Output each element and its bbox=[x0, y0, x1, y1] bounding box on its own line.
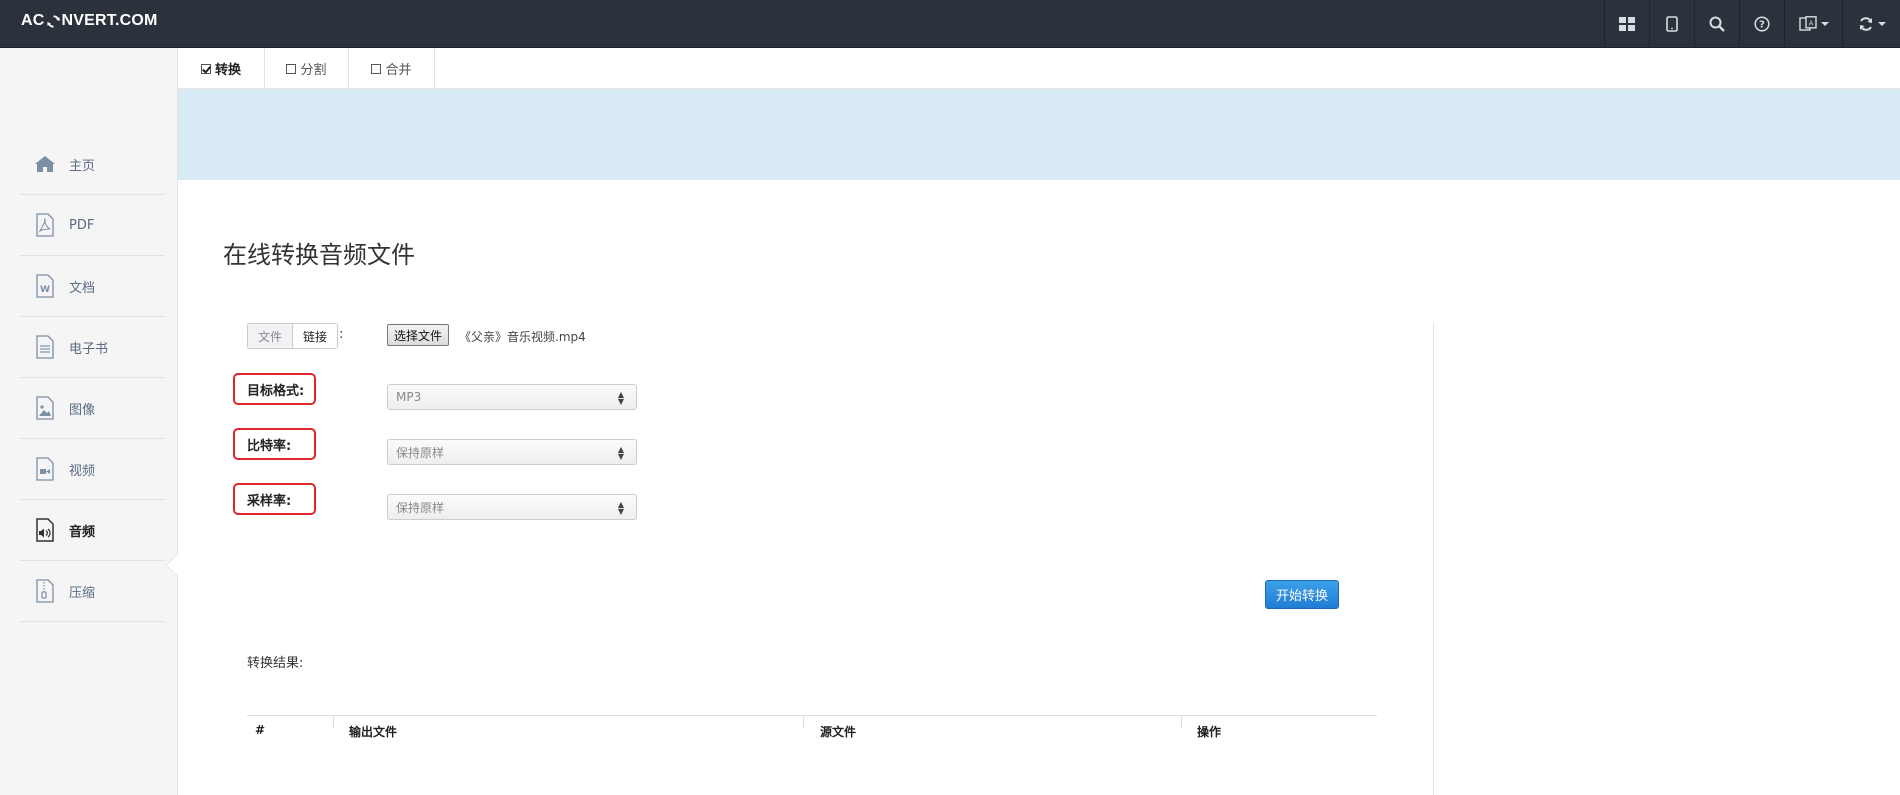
audio-file-icon bbox=[33, 518, 57, 542]
sample-rate-label: 采样率: bbox=[233, 483, 316, 515]
sidebar-item-label: 压缩 bbox=[69, 585, 96, 601]
svg-text:?: ? bbox=[1759, 20, 1765, 31]
tablet-button[interactable] bbox=[1649, 0, 1694, 48]
logo-prefix: AC bbox=[21, 12, 45, 29]
selected-file-name: 《父亲》音乐视频.mp4 bbox=[459, 330, 586, 344]
search-button[interactable] bbox=[1694, 0, 1739, 48]
tab-label: 分割 bbox=[300, 63, 327, 78]
ad-banner bbox=[178, 89, 1900, 180]
sidebar-item-label: PDF bbox=[69, 217, 95, 233]
svg-text:A: A bbox=[1808, 20, 1813, 28]
refresh-icon bbox=[1859, 17, 1872, 31]
result-label: 转换结果: bbox=[247, 656, 304, 671]
bitrate-select[interactable]: 保持原样 ▲ ▼ bbox=[387, 439, 637, 465]
chevron-down-icon bbox=[1877, 22, 1886, 26]
table-header-source: 源文件 bbox=[820, 725, 857, 739]
pdf-file-icon bbox=[33, 213, 57, 237]
select-arrows-icon: ▲ ▼ bbox=[617, 500, 624, 516]
tab-convert[interactable]: 转换 bbox=[178, 48, 265, 89]
svg-text:W: W bbox=[40, 285, 50, 295]
chevron-down-icon bbox=[1820, 22, 1829, 26]
tab-label: 合并 bbox=[385, 63, 412, 78]
checkbox-checked-icon bbox=[200, 63, 211, 74]
bitrate-label: 比特率: bbox=[233, 428, 316, 460]
top-navbar: AC NVERT.COM ? A bbox=[0, 0, 1900, 48]
sidebar-item-document[interactable]: W 文档 bbox=[20, 256, 165, 317]
active-indicator-arrow bbox=[167, 554, 178, 576]
checkbox-icon bbox=[286, 63, 297, 74]
select-arrows-icon: ▲ ▼ bbox=[617, 445, 624, 461]
apps-grid-icon bbox=[1619, 17, 1635, 31]
tab-merge[interactable]: 合并 bbox=[349, 48, 435, 89]
source-link-option[interactable]: 链接 bbox=[293, 324, 338, 348]
select-value: 保持原样 bbox=[396, 445, 445, 460]
sidebar-item-image[interactable]: 图像 bbox=[20, 378, 165, 439]
table-header-index: # bbox=[255, 723, 266, 737]
select-value: MP3 bbox=[396, 390, 422, 404]
site-logo[interactable]: AC NVERT.COM bbox=[21, 12, 158, 30]
ebook-file-icon bbox=[33, 335, 57, 359]
sample-rate-select[interactable]: 保持原样 ▲ ▼ bbox=[387, 494, 637, 520]
sidebar-item-label: 图像 bbox=[69, 402, 96, 418]
sidebar-item-label: 电子书 bbox=[69, 341, 109, 357]
language-menu[interactable]: A bbox=[1784, 0, 1842, 48]
target-format-select[interactable]: MP3 ▲ ▼ bbox=[387, 384, 637, 410]
logo-recycle-icon bbox=[46, 14, 60, 28]
sidebar-item-label: 视频 bbox=[69, 463, 96, 479]
home-icon bbox=[33, 152, 57, 176]
category-sidebar: 主页 PDF W 文档 电子书 图像 视频 音频 压缩 bbox=[0, 48, 178, 795]
logo-suffix: NVERT.COM bbox=[61, 12, 158, 29]
help-icon: ? bbox=[1754, 16, 1770, 32]
choose-file-button[interactable]: 选择文件 bbox=[387, 324, 450, 346]
select-arrows-icon: ▲ ▼ bbox=[617, 390, 624, 406]
tool-tabs: 转换 分割 合并 bbox=[178, 48, 1900, 89]
source-colon: : bbox=[339, 327, 344, 342]
results-table: # 输出文件 源文件 操作 bbox=[247, 715, 1377, 739]
page-title: 在线转换音频文件 bbox=[223, 242, 415, 269]
tab-split[interactable]: 分割 bbox=[265, 48, 349, 89]
sidebar-item-home[interactable]: 主页 bbox=[20, 134, 165, 195]
start-convert-button[interactable]: 开始转换 bbox=[1265, 580, 1339, 609]
sidebar-item-archive[interactable]: 压缩 bbox=[20, 561, 165, 622]
image-file-icon bbox=[33, 396, 57, 420]
tab-label: 转换 bbox=[214, 63, 241, 78]
apps-grid-button[interactable] bbox=[1604, 0, 1649, 48]
target-format-label: 目标格式: bbox=[233, 373, 316, 405]
checkbox-icon bbox=[371, 63, 382, 74]
select-value: 保持原样 bbox=[396, 500, 445, 515]
source-type-toggle: 文件 链接 bbox=[247, 323, 339, 349]
source-file-option[interactable]: 文件 bbox=[248, 324, 294, 348]
sidebar-item-label: 文档 bbox=[69, 280, 96, 296]
tablet-icon bbox=[1666, 16, 1678, 32]
video-file-icon bbox=[33, 457, 57, 481]
sidebar-item-label: 主页 bbox=[69, 158, 96, 174]
sidebar-item-ebook[interactable]: 电子书 bbox=[20, 317, 165, 378]
refresh-menu[interactable] bbox=[1842, 0, 1900, 48]
sidebar-item-video[interactable]: 视频 bbox=[20, 439, 165, 500]
sidebar-item-label: 音频 bbox=[69, 524, 96, 540]
sidebar-item-pdf[interactable]: PDF bbox=[20, 195, 165, 256]
sidebar-item-audio[interactable]: 音频 bbox=[20, 500, 165, 561]
word-file-icon: W bbox=[33, 274, 57, 298]
archive-file-icon bbox=[33, 579, 57, 603]
search-icon bbox=[1709, 16, 1725, 32]
help-button[interactable]: ? bbox=[1739, 0, 1784, 48]
table-header-actions: 操作 bbox=[1197, 725, 1222, 739]
language-icon: A bbox=[1798, 16, 1817, 31]
content-divider bbox=[1433, 323, 1434, 795]
table-header-output: 输出文件 bbox=[349, 725, 398, 739]
